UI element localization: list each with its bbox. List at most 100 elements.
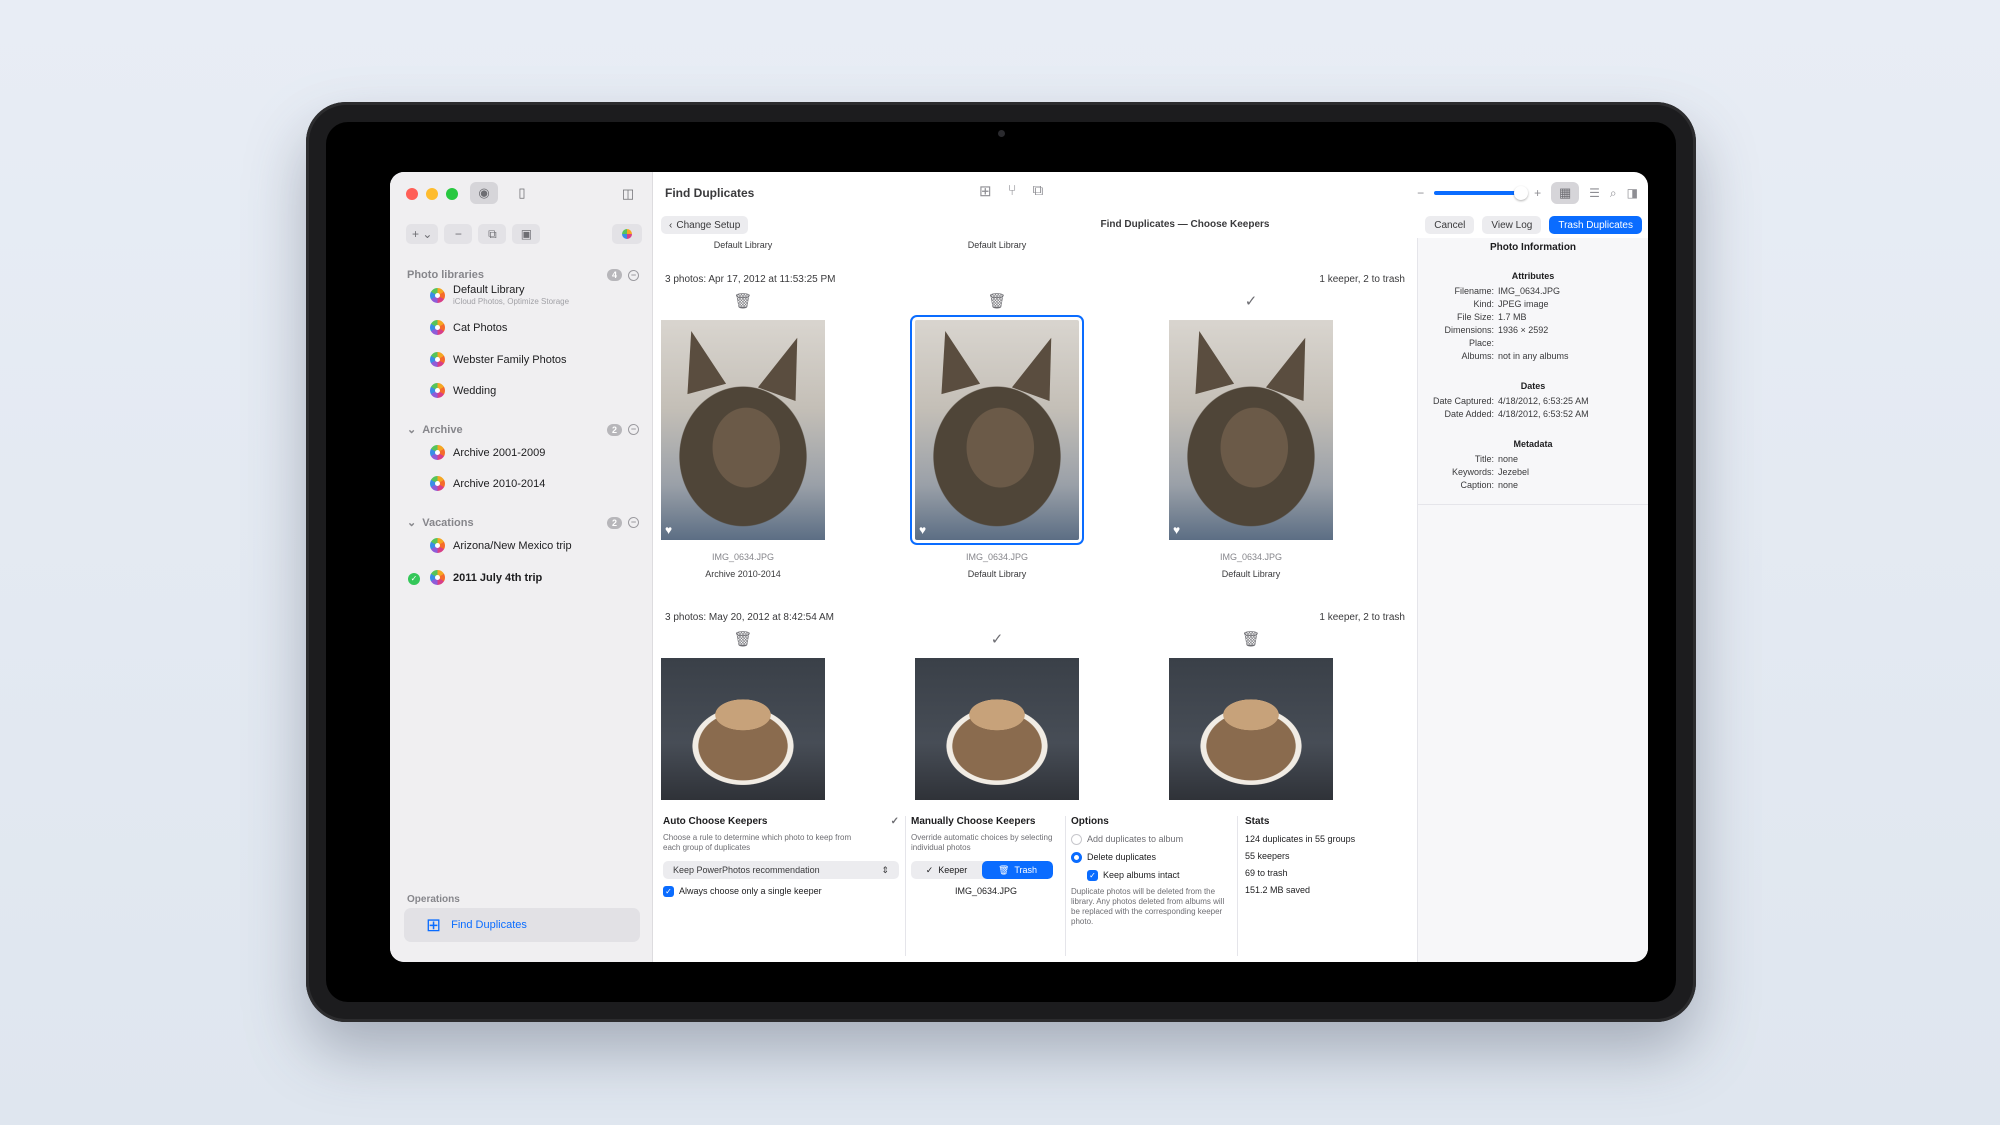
meta-keywords: Keywords: Jezebel — [1451, 467, 1530, 477]
sidebar-item-webster-family-photos[interactable]: Webster Family Photos — [430, 352, 567, 367]
auto-choose-keepers-panel: Auto Choose Keepers ✓ Choose a rule to d… — [663, 816, 899, 962]
add-to-album-radio[interactable]: Add duplicates to album — [1071, 834, 1231, 846]
operation-find-duplicates[interactable]: ⊞ Find Duplicates — [404, 908, 640, 942]
section-vacations[interactable]: ⌄ Vacations 2 − — [407, 516, 639, 529]
duplicate-photo[interactable] — [661, 658, 825, 800]
radio-label: Add duplicates to album — [1087, 834, 1184, 844]
sidebar-toggle-icon[interactable]: ◫ — [614, 183, 642, 205]
minimize-window-button[interactable] — [426, 188, 438, 200]
cancel-button[interactable]: Cancel — [1425, 216, 1475, 234]
count-badge: 4 — [606, 269, 622, 281]
zoom-out-icon[interactable]: − — [1417, 186, 1424, 200]
check-icon[interactable]: ✓ — [982, 630, 1012, 648]
photos-library-icon — [430, 287, 445, 303]
segment-label: Trash — [1014, 865, 1038, 875]
duplicate-icon[interactable]: ⧉ — [478, 224, 507, 244]
panel-divider — [905, 816, 906, 956]
duplicate-photo[interactable] — [915, 658, 1079, 800]
merge-icon[interactable]: ⑂ — [1008, 182, 1017, 200]
duplicate-photo[interactable]: ♥ — [661, 320, 825, 540]
sidebar-item-cat-photos[interactable]: Cat Photos — [430, 320, 507, 335]
photos-library-icon — [430, 570, 445, 585]
info-pane-toggle-icon[interactable]: ◨ — [1627, 186, 1638, 200]
sidebar-item-wedding[interactable]: Wedding — [430, 383, 496, 398]
duplicate-photo[interactable]: ♥ — [1169, 320, 1333, 540]
section-title: Vacations — [422, 516, 474, 529]
photo-library-label: Default Library — [967, 569, 1027, 579]
list-view-icon[interactable]: ☰ — [1589, 186, 1600, 200]
trash-icon[interactable]: 🗑 — [728, 292, 758, 310]
sidebar-item-arizona-new-mexico-trip[interactable]: Arizona/New Mexico trip — [430, 538, 572, 553]
checkbox-checked-icon: ✓ — [1087, 870, 1098, 882]
selected-rule: Keep PowerPhotos recommendation — [673, 865, 820, 875]
document-mode-icon[interactable]: ▯ — [508, 182, 536, 204]
section-photo-libraries[interactable]: Photo libraries 4 − — [407, 269, 639, 281]
collapse-icon[interactable]: − — [628, 517, 639, 528]
collapse-icon[interactable]: − — [628, 269, 639, 281]
radio-on-icon — [1071, 852, 1082, 864]
section-title: Photo libraries — [407, 269, 485, 281]
attr-file-size: File Size: 1.7 MB — [1456, 312, 1527, 322]
collapse-icon[interactable]: − — [628, 424, 639, 435]
zoom-window-button[interactable] — [446, 188, 458, 200]
attr-kind: Kind: JPEG image — [1473, 299, 1549, 309]
trash-segment[interactable]: 🗑 Trash — [982, 861, 1053, 879]
radio-label: Delete duplicates — [1087, 852, 1157, 863]
photos-app-icon[interactable] — [612, 224, 642, 244]
zoom-in-icon[interactable]: + — [1534, 186, 1541, 200]
check-icon[interactable]: ✓ — [1236, 292, 1266, 310]
search-icon[interactable]: ⌕ — [1610, 186, 1617, 201]
sidebar-item-2011-july-4th-trip[interactable]: 2011 July 4th trip — [430, 570, 542, 585]
chevron-down-icon[interactable]: ⌄ — [407, 423, 416, 436]
grid-duplicates-icon[interactable]: ⊞ — [979, 182, 992, 200]
add-library-button[interactable]: + ⌄ — [406, 224, 439, 244]
open-library-check-icon: ✓ — [408, 573, 420, 585]
thumbnail-size-slider[interactable] — [1434, 186, 1529, 200]
keeper-segment[interactable]: ✓ Keeper — [911, 861, 982, 879]
chevron-down-icon[interactable]: ⌄ — [407, 516, 416, 529]
sidebar-item-archive-2010-2014[interactable]: Archive 2010-2014 — [430, 476, 545, 491]
trash-icon[interactable]: 🗑 — [1236, 630, 1266, 648]
count-badge: 2 — [606, 516, 622, 529]
photo-library-label: Default Library — [713, 240, 773, 250]
trash-icon[interactable]: 🗑 — [728, 630, 758, 648]
photo-information-pane: Photo Information Attributes Filename: IM… — [1417, 238, 1648, 962]
photo-filename: IMG_0634.JPG — [1219, 552, 1283, 562]
grid-view-icon[interactable]: ▦ — [1551, 182, 1580, 204]
check-icon: ✓ — [890, 816, 899, 827]
delete-duplicates-radio[interactable]: Delete duplicates — [1071, 852, 1231, 864]
panel-description: Choose a rule to determine which photo t… — [663, 833, 852, 852]
count-badge: 2 — [606, 423, 622, 436]
photos-library-icon — [430, 476, 445, 491]
checkbox-label: Always choose only a single keeper — [679, 886, 822, 896]
duplicate-photo[interactable] — [1169, 658, 1333, 800]
group-summary: 1 keeper, 2 to trash — [1319, 612, 1405, 623]
duplicate-photo-selected[interactable]: ♥ — [910, 315, 1084, 545]
screen-bezel: ◉ ▯ ◫ + ⌄ − ⧉ ▣ Photo libraries 4 − Defa… — [326, 122, 1676, 1002]
remove-library-button[interactable]: − — [444, 224, 473, 244]
trash-icon[interactable]: 🗑 — [982, 292, 1012, 310]
keep-albums-checkbox[interactable]: ✓ Keep albums intact — [1071, 870, 1231, 882]
photos-library-icon — [430, 383, 445, 398]
panel-divider — [1237, 816, 1238, 956]
trash-duplicates-button[interactable]: Trash Duplicates — [1549, 216, 1642, 234]
date-captured: Date Captured: 4/18/2012, 6:53:25 AM — [1432, 396, 1589, 406]
library-options-icon[interactable]: ▣ — [512, 224, 541, 244]
window-controls — [406, 188, 458, 200]
close-window-button[interactable] — [406, 188, 418, 200]
single-keeper-checkbox[interactable]: ✓ Always choose only a single keeper — [663, 886, 899, 898]
metadata-heading: Metadata — [1513, 439, 1553, 449]
stat-trash: 69 to trash — [1245, 868, 1288, 878]
photos-library-icon — [430, 320, 445, 335]
section-archive[interactable]: ⌄ Archive 2 − — [407, 423, 639, 436]
attributes-heading: Attributes — [1511, 271, 1555, 281]
group-header: 3 photos: May 20, 2012 at 8:42:54 AM — [665, 612, 835, 623]
photos-mode-icon[interactable]: ◉ — [470, 182, 498, 204]
library-name: Archive 2001-2009 — [453, 446, 546, 459]
view-log-button[interactable]: View Log — [1482, 216, 1542, 234]
sidebar-item-archive-2001-2009[interactable]: Archive 2001-2009 — [430, 445, 545, 460]
keeper-rule-select[interactable]: Keep PowerPhotos recommendation ⇕ — [663, 861, 899, 879]
attr-place: Place: — [1468, 338, 1494, 348]
compare-icon[interactable]: ⧉ — [1033, 182, 1044, 200]
sidebar-item-default-library[interactable]: Default Library iCloud Photos, Optimize … — [430, 284, 569, 306]
